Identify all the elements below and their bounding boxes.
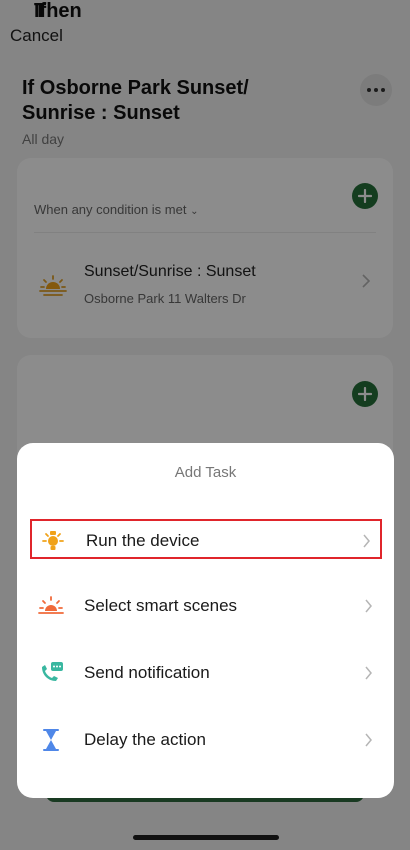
task-select-smart-scenes[interactable]: Select smart scenes (30, 586, 382, 626)
chevron-right-icon (365, 666, 372, 680)
task-run-device[interactable]: Run the device (30, 519, 382, 559)
sunrise-scene-icon (38, 596, 64, 614)
task-label: Send notification (84, 663, 210, 682)
task-label: Delay the action (84, 730, 206, 749)
chevron-right-icon (365, 599, 372, 613)
lightbulb-icon (42, 531, 64, 550)
task-delay-action[interactable]: Delay the action (30, 720, 382, 760)
home-indicator (133, 835, 279, 840)
add-task-sheet: Add Task Run the device Select smart sce… (17, 443, 394, 798)
chevron-right-icon (365, 733, 372, 747)
hourglass-icon (43, 729, 59, 751)
task-label: Run the device (86, 531, 200, 550)
task-label: Select smart scenes (84, 596, 238, 615)
chevron-right-icon (363, 534, 370, 548)
phone-message-icon (42, 662, 63, 681)
task-send-notification[interactable]: Send notification (30, 653, 382, 693)
sheet-title: Add Task (174, 464, 237, 481)
